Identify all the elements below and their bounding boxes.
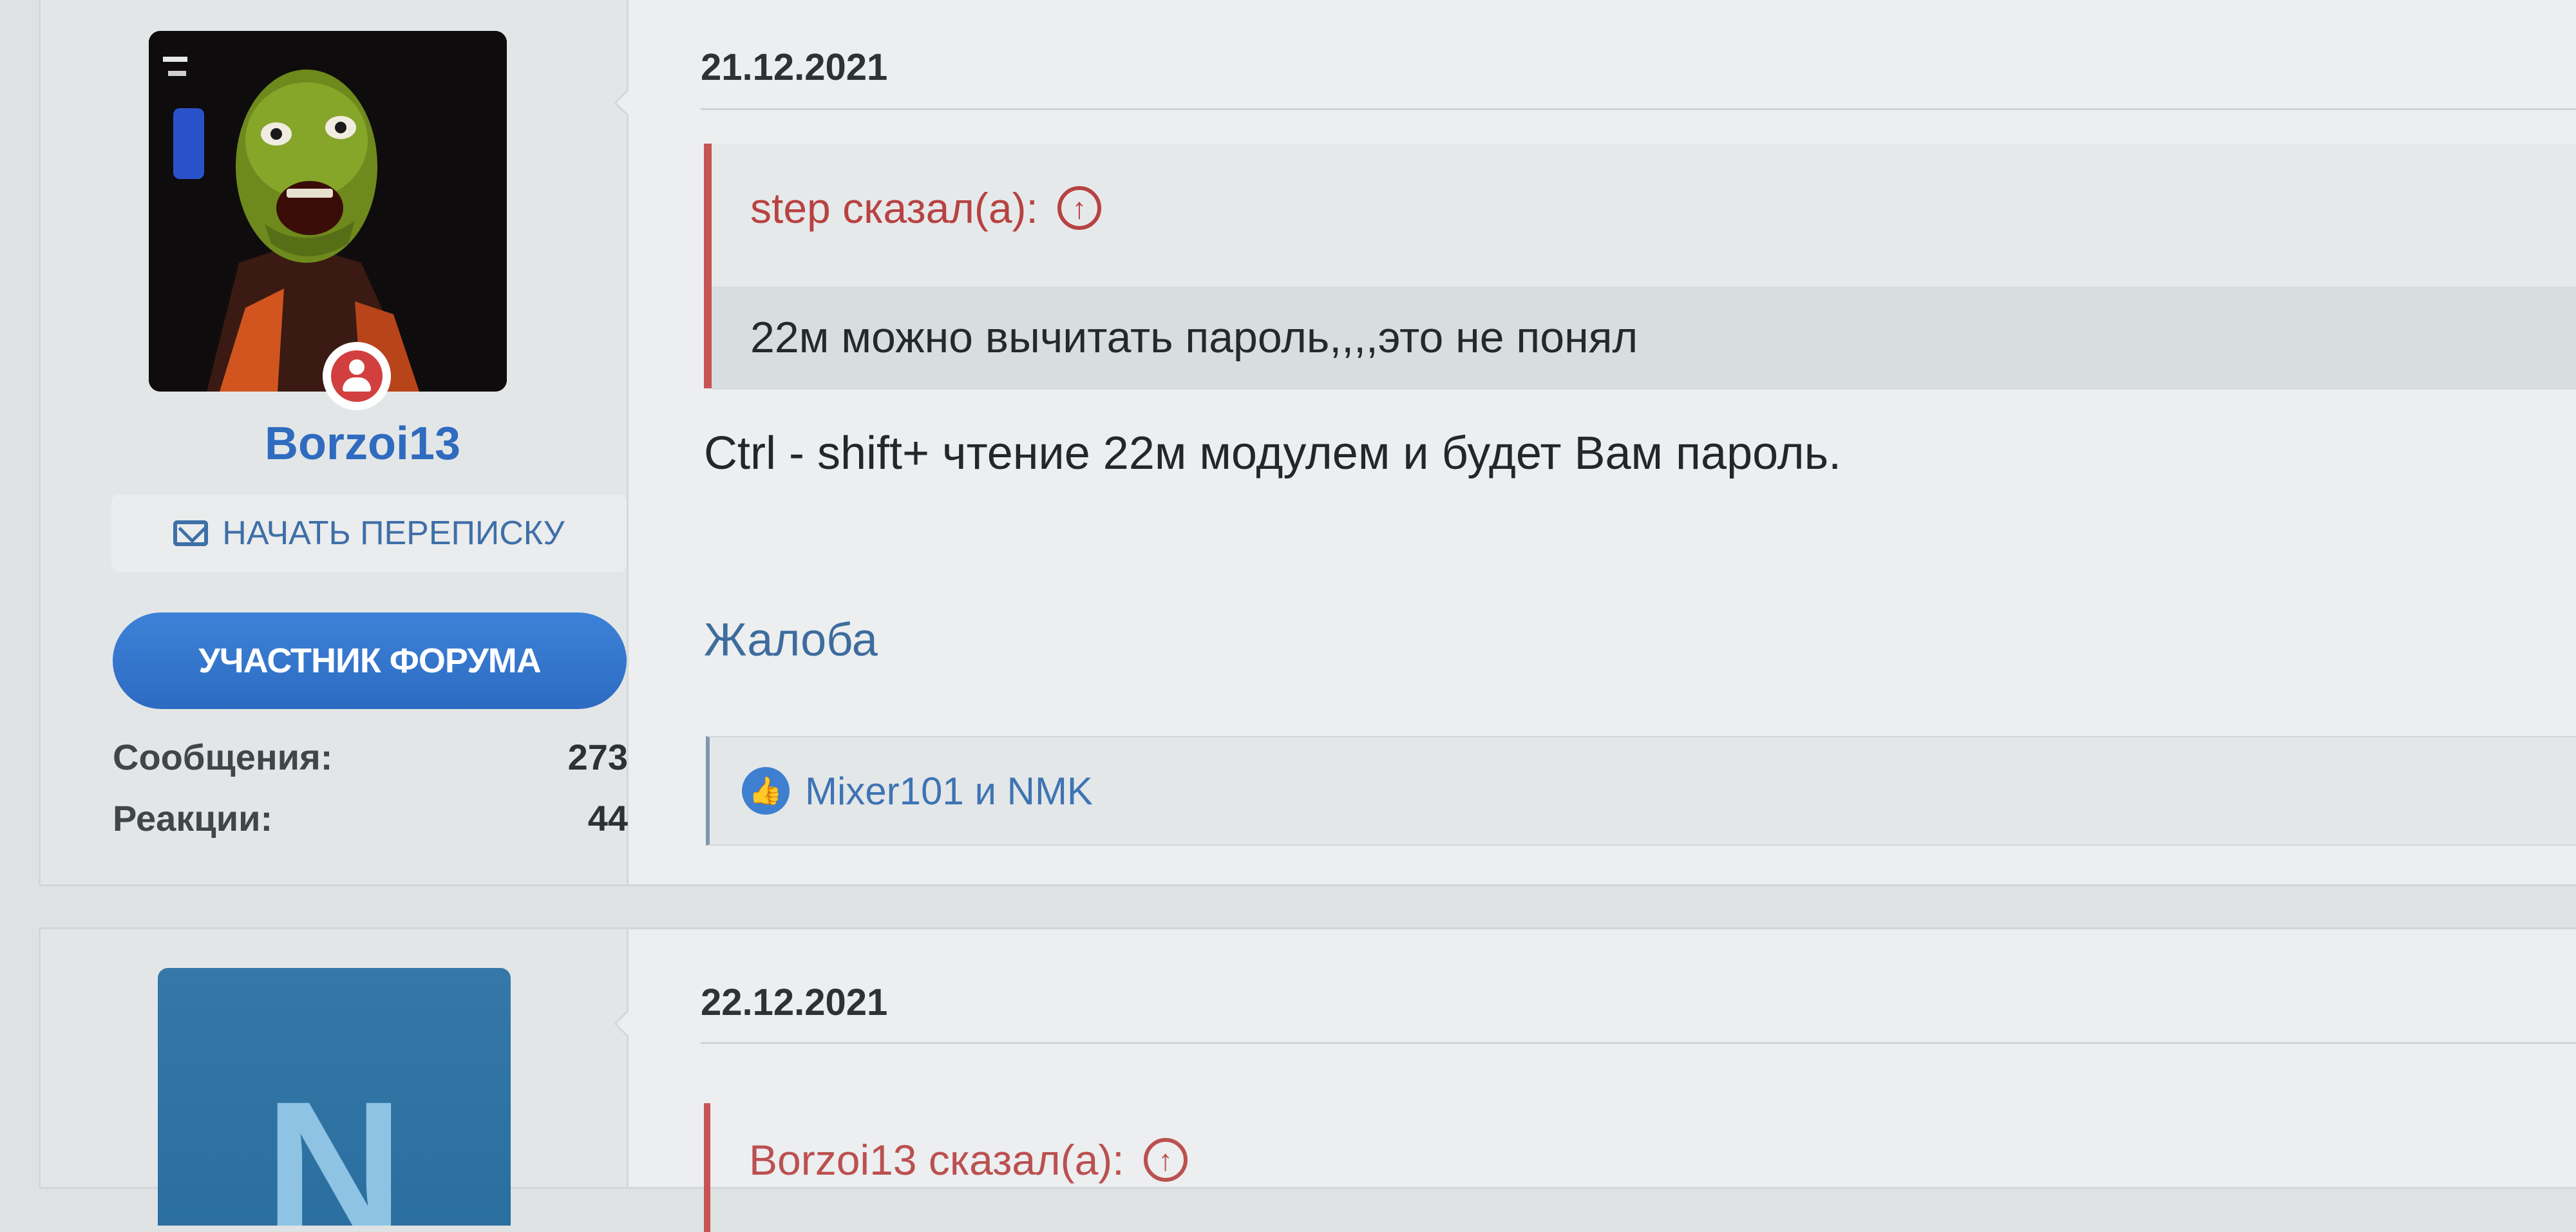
divider: [701, 1042, 2576, 1044]
start-conversation-label: НАЧАТЬ ПЕРЕПИСКУ: [222, 515, 565, 552]
avatar[interactable]: N: [158, 968, 511, 1226]
report-link[interactable]: Жалоба: [704, 614, 878, 667]
message-text: Ctrl - shift+ чтение 22м модулем и будет…: [704, 428, 1842, 479]
user-info-panel: Borzoi13 НАЧАТЬ ПЕРЕПИСКУ УЧАСТНИК ФОРУМ…: [41, 0, 629, 884]
quote-block: step сказал(а): ↑ 22м можно вычитать пар…: [704, 144, 2576, 390]
stat-label: Сообщения:: [113, 737, 333, 777]
avatar-image: [149, 31, 507, 392]
divider: [701, 108, 2576, 110]
user-online-icon: [323, 342, 391, 410]
reaction-users[interactable]: Mixer101 и NMK: [805, 769, 1093, 813]
quote-block: Borzoi13 сказал(а): ↑: [704, 1103, 2576, 1232]
post-date[interactable]: 22.12.2021: [701, 981, 887, 1024]
quote-body: 22м можно вычитать пароль,,,,это не поня…: [712, 287, 2576, 390]
quote-header[interactable]: Borzoi13 сказал(а): ↑: [749, 1135, 1188, 1184]
stat-messages: Сообщения: 273: [113, 736, 628, 778]
avatar[interactable]: [149, 31, 507, 392]
user-info-panel: N: [41, 929, 629, 1226]
post-date[interactable]: 21.12.2021: [701, 46, 887, 89]
stat-reactions: Реакции: 44: [113, 797, 628, 839]
quote-author[interactable]: Borzoi13 сказал(а):: [749, 1135, 1124, 1184]
thumbs-up-icon: 👍: [742, 767, 790, 815]
stat-value: 273: [567, 737, 628, 777]
arrow-up-circle-icon[interactable]: ↑: [1143, 1138, 1188, 1182]
message-panel: 21.12.2021 step сказал(а): ↑ 22м можно в…: [629, 0, 2576, 884]
post: N 22.12.2021 Borzoi13 сказал(а): ↑: [39, 927, 2576, 1232]
username[interactable]: Borzoi13: [41, 417, 685, 470]
envelope-icon: [173, 520, 209, 546]
message-panel: 22.12.2021 Borzoi13 сказал(а): ↑: [629, 929, 2576, 1232]
stat-label: Реакции:: [113, 798, 273, 839]
reactions-bar[interactable]: 👍 Mixer101 и NMK: [706, 736, 2576, 846]
user-role-badge: УЧАСТНИК ФОРУМА: [113, 612, 627, 709]
arrow-up-circle-icon[interactable]: ↑: [1057, 186, 1101, 230]
quote-author[interactable]: step сказал(а):: [750, 184, 1038, 232]
avatar-letter: N: [264, 1061, 404, 1226]
post: Borzoi13 НАЧАТЬ ПЕРЕПИСКУ УЧАСТНИК ФОРУМ…: [39, 0, 2576, 886]
quote-header[interactable]: step сказал(а): ↑: [750, 184, 1101, 232]
quote-text: 22м можно вычитать пароль,,,,это не поня…: [750, 313, 1638, 362]
start-conversation-button[interactable]: НАЧАТЬ ПЕРЕПИСКУ: [111, 495, 627, 572]
stat-value: 44: [587, 798, 628, 839]
